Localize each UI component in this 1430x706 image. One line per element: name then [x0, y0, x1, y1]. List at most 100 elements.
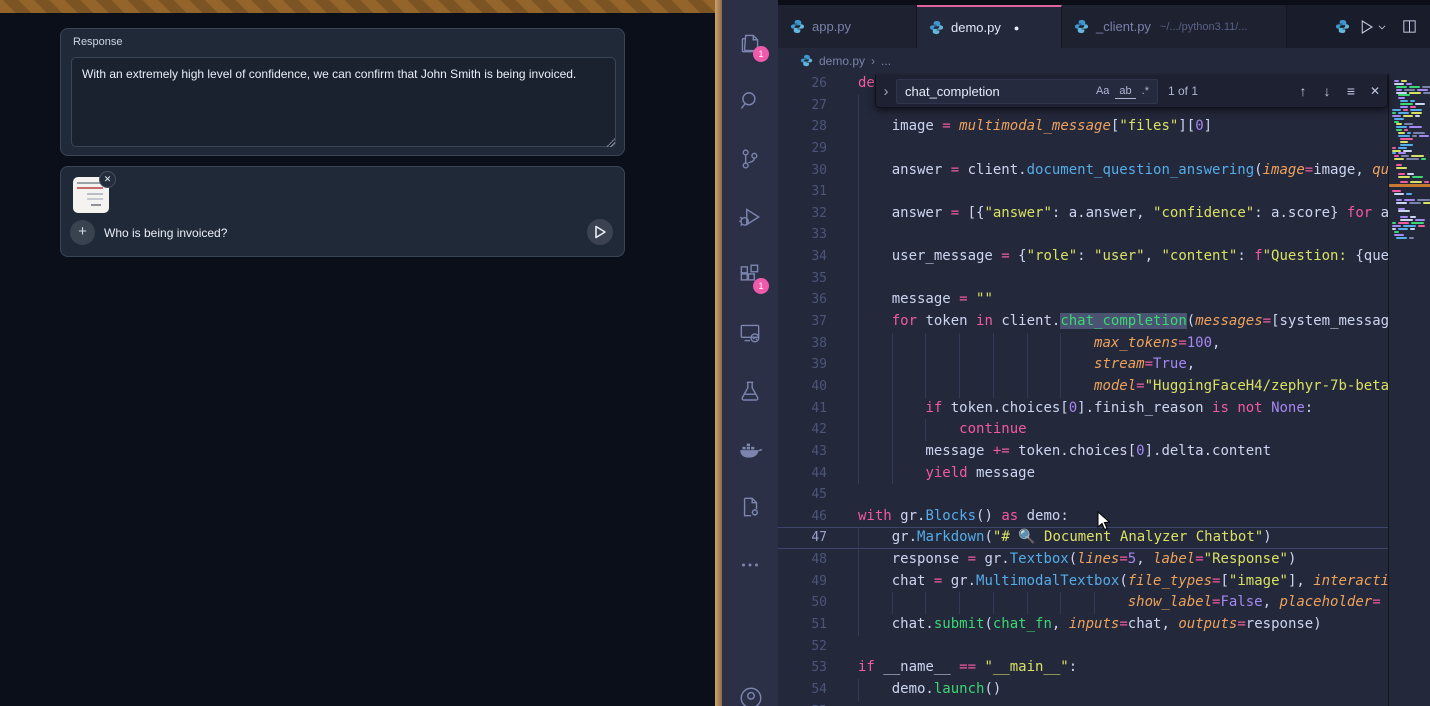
whole-word-button[interactable]: ab: [1115, 84, 1135, 99]
find-next-button[interactable]: ↓: [1315, 83, 1339, 99]
git-branch-icon: [737, 146, 763, 172]
remove-attachment-button[interactable]: ✕: [99, 171, 116, 188]
indent-guide: [892, 398, 893, 420]
code-line: 48 response = gr.Textbox(lines=5, label=…: [778, 549, 1388, 571]
line-number: 55: [778, 701, 827, 706]
line-number: 34: [778, 246, 827, 268]
code-line: 51 chat.submit(chat_fn, inputs=chat, out…: [778, 614, 1388, 636]
indent-guide: [858, 181, 859, 203]
sidebar-item-testing[interactable]: [728, 362, 772, 420]
chat-input-card[interactable]: ✕ + Who is being invoiced?: [60, 166, 625, 257]
indent-guide: [993, 333, 994, 355]
code-text: chat = gr.MultimodalTextbox(file_types=[…: [858, 571, 1388, 593]
sidebar-item-remote-explorer[interactable]: [728, 304, 772, 362]
find-input[interactable]: chat_completion Aa ab .*: [896, 79, 1158, 104]
breadcrumb-file[interactable]: demo.py: [819, 54, 865, 68]
match-case-button[interactable]: Aa: [1092, 84, 1113, 98]
indent-guide: [858, 289, 859, 311]
docker-whale-icon: [737, 436, 763, 462]
code-line: 50 show_label=False, placeholder=: [778, 592, 1388, 614]
indent-guide: [1060, 592, 1061, 614]
sidebar-item-extensions[interactable]: 1: [728, 246, 772, 304]
editor-main: app.py demo.py ● _client.py ~/.../python…: [778, 0, 1430, 706]
indent-guide: [858, 203, 859, 225]
send-button[interactable]: [587, 219, 613, 245]
account-button[interactable]: [738, 685, 764, 706]
line-number: 30: [778, 160, 827, 182]
breadcrumb[interactable]: demo.py › ...: [778, 48, 1430, 73]
ellipsis-icon: [737, 552, 763, 578]
code-line: 40 model="HuggingFaceH4/zephyr-7b-beta",: [778, 376, 1388, 398]
sidebar-item-explorer[interactable]: 1: [728, 14, 772, 72]
sidebar-item-run-debug[interactable]: [728, 188, 772, 246]
remote-monitor-icon: [737, 320, 763, 346]
breadcrumb-more[interactable]: ...: [881, 54, 891, 68]
account-icon: [738, 685, 764, 706]
indent-guide: [858, 398, 859, 420]
indent-guide: [925, 333, 926, 355]
find-previous-button[interactable]: ↑: [1291, 83, 1315, 99]
sidebar-item-more[interactable]: [728, 536, 772, 594]
indent-guide: [858, 333, 859, 355]
line-number: 54: [778, 679, 827, 701]
unsaved-dot-icon[interactable]: ●: [1014, 23, 1019, 33]
code-line: 28 image = multimodal_message["files"][0…: [778, 116, 1388, 138]
split-editor-button[interactable]: [1401, 18, 1418, 35]
indent-guide: [959, 354, 960, 376]
code-line: 44 yield message: [778, 463, 1388, 485]
activity-bar: 1 1: [722, 0, 778, 706]
indent-guide: [959, 376, 960, 398]
code-line: 31: [778, 181, 1388, 203]
python-icon: [929, 20, 944, 35]
code-text: [858, 484, 1388, 506]
line-number: 27: [778, 95, 827, 117]
tab-partial[interactable]: [1335, 5, 1351, 48]
indent-guide: [959, 333, 960, 355]
screenshare-border: [0, 0, 715, 13]
add-file-button[interactable]: +: [70, 220, 95, 245]
line-number: 46: [778, 506, 827, 528]
code-text: [858, 138, 1388, 160]
indent-guide: [1060, 376, 1061, 398]
sidebar-item-docker[interactable]: [728, 420, 772, 478]
find-expand-chevron-icon[interactable]: ›: [876, 83, 896, 100]
vscode-window: 1 1: [722, 0, 1430, 706]
indent-guide: [892, 419, 893, 441]
indent-guide: [993, 592, 994, 614]
sidebar-item-dev-containers[interactable]: [728, 478, 772, 536]
regex-button[interactable]: .*: [1138, 84, 1153, 98]
indent-guide: [858, 463, 859, 485]
sidebar-item-search[interactable]: [728, 72, 772, 130]
indent-guide: [959, 592, 960, 614]
find-results-count: 1 of 1: [1168, 84, 1228, 98]
sidebar-item-source-control[interactable]: [728, 130, 772, 188]
run-button[interactable]: [1357, 18, 1375, 36]
tab-app-py[interactable]: app.py: [778, 5, 917, 48]
textarea-resize-handle[interactable]: [606, 138, 615, 147]
minimap[interactable]: [1388, 73, 1430, 706]
tab-bar: app.py demo.py ● _client.py ~/.../python…: [778, 5, 1430, 48]
indent-guide: [858, 268, 859, 290]
code-line: 29: [778, 138, 1388, 160]
tab-demo-py[interactable]: demo.py ●: [917, 5, 1062, 48]
chat-message-input[interactable]: Who is being invoiced?: [104, 226, 227, 240]
tab-path-description: ~/.../python3.11/...: [1160, 21, 1248, 33]
python-icon: [1335, 19, 1350, 34]
line-number: 41: [778, 398, 827, 420]
tab-client-py[interactable]: _client.py ~/.../python3.11/...: [1062, 5, 1287, 48]
attachment-thumbnail[interactable]: ✕: [73, 177, 109, 213]
debug-icon: [737, 204, 763, 230]
code-editor[interactable]: 26def chat_fn(multimodal_message):2728 i…: [778, 73, 1430, 706]
line-number: 26: [778, 73, 827, 95]
breadcrumb-separator: ›: [871, 54, 875, 68]
indent-guide: [858, 246, 859, 268]
run-dropdown-icon[interactable]: [1377, 22, 1387, 32]
find-close-button[interactable]: ✕: [1363, 84, 1387, 98]
line-number: 50: [778, 592, 827, 614]
code-text: answer = client.document_question_answer…: [858, 160, 1388, 182]
line-number: 52: [778, 636, 827, 658]
find-query-text[interactable]: chat_completion: [905, 84, 1090, 99]
response-textarea[interactable]: With an extremely high level of confiden…: [71, 57, 616, 147]
find-in-selection-button[interactable]: ≡: [1339, 83, 1363, 99]
indent-guide: [858, 224, 859, 246]
